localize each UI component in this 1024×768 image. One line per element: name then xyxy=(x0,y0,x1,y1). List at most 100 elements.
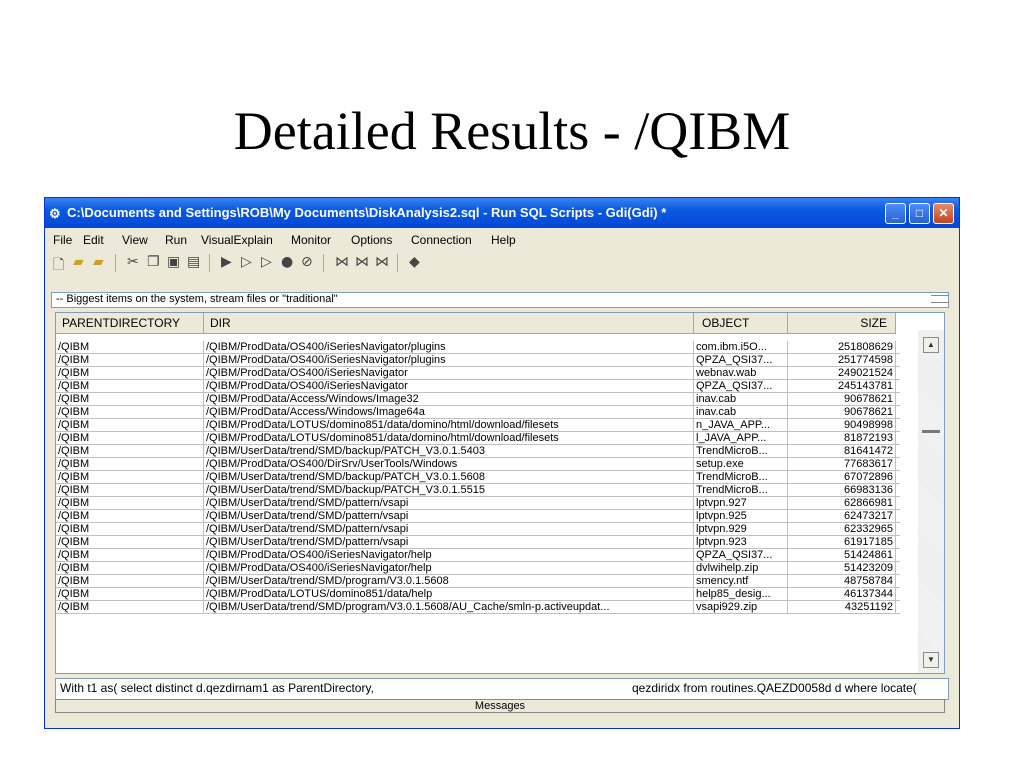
table-row[interactable]: /QIBM/QIBM/UserData/trend/SMD/pattern/vs… xyxy=(56,523,900,536)
results-grid: PARENTDIRECTORY DIR OBJECT SIZE /QIBM/QI… xyxy=(55,312,945,674)
window-titlebar[interactable]: ⚙ C:\Documents and Settings\ROB\My Docum… xyxy=(45,198,959,228)
table-row[interactable]: /QIBM/QIBM/UserData/trend/SMD/program/V3… xyxy=(56,575,900,588)
stop-icon[interactable]: ● xyxy=(281,254,293,270)
cell-size: 90678621 xyxy=(788,393,896,406)
run-all-icon[interactable]: ▶ xyxy=(221,254,232,270)
menu-file[interactable]: File xyxy=(53,233,72,247)
cell-size: 62866981 xyxy=(788,497,896,510)
toolbar-separator xyxy=(115,254,116,272)
cell-dir: /QIBM/UserData/trend/SMD/pattern/vsapi xyxy=(204,497,694,510)
clipboard-icon[interactable]: ▤ xyxy=(187,254,200,270)
cell-size: 51424861 xyxy=(788,549,896,562)
table-row[interactable]: /QIBM/QIBM/ProdData/OS400/iSeriesNavigat… xyxy=(56,354,900,367)
maximize-button[interactable]: □ xyxy=(909,203,930,224)
cell-size: 61917185 xyxy=(788,536,896,549)
col-header-parentdirectory[interactable]: PARENTDIRECTORY xyxy=(56,313,204,334)
table-row[interactable]: /QIBM/QIBM/ProdData/Access/Windows/Image… xyxy=(56,406,900,419)
pane-splitter[interactable] xyxy=(931,295,949,303)
toolbar-separator xyxy=(209,254,210,272)
table-row[interactable]: /QIBM/QIBM/ProdData/OS400/DirSrv/UserToo… xyxy=(56,458,900,471)
paste-icon[interactable]: ▣ xyxy=(167,254,180,270)
table-row[interactable]: /QIBM/QIBM/ProdData/OS400/iSeriesNavigat… xyxy=(56,367,900,380)
col-header-size[interactable]: SIZE xyxy=(788,313,896,334)
cell-size: 46137344 xyxy=(788,588,896,601)
cell-parentdirectory: /QIBM xyxy=(56,523,204,536)
menu-help[interactable]: Help xyxy=(491,233,516,247)
close-button[interactable]: ✕ xyxy=(933,203,954,224)
col-header-object[interactable]: OBJECT xyxy=(694,313,788,334)
run-from-icon[interactable]: ▷ xyxy=(241,254,252,270)
cell-parentdirectory: /QIBM xyxy=(56,484,204,497)
minimize-button[interactable]: _ xyxy=(885,203,906,224)
cell-dir: /QIBM/ProdData/OS400/iSeriesNavigator/pl… xyxy=(204,341,694,354)
col-header-dir[interactable]: DIR xyxy=(204,313,694,334)
cell-size: 251774598 xyxy=(788,354,896,367)
explain-icon[interactable]: ⋈ xyxy=(335,254,349,270)
table-row[interactable]: /QIBM/QIBM/ProdData/OS400/iSeriesNavigat… xyxy=(56,341,900,354)
table-row[interactable]: /QIBM/QIBM/ProdData/OS400/iSeriesNavigat… xyxy=(56,549,900,562)
cell-object: lptvpn.925 xyxy=(694,510,788,523)
cell-size: 62332965 xyxy=(788,523,896,536)
table-row[interactable]: /QIBM/QIBM/UserData/trend/SMD/pattern/vs… xyxy=(56,510,900,523)
cell-dir: /QIBM/UserData/trend/SMD/backup/PATCH_V3… xyxy=(204,484,694,497)
sql-editor[interactable]: -- Biggest items on the system, stream f… xyxy=(51,292,949,308)
cell-dir: /QIBM/ProdData/OS400/iSeriesNavigator/he… xyxy=(204,549,694,562)
scroll-up-button[interactable]: ▲ xyxy=(923,337,939,353)
window-title: C:\Documents and Settings\ROB\My Documen… xyxy=(67,205,667,220)
table-row[interactable]: /QIBM/QIBM/UserData/trend/SMD/backup/PAT… xyxy=(56,471,900,484)
table-row[interactable]: /QIBM/QIBM/UserData/trend/SMD/backup/PAT… xyxy=(56,445,900,458)
cell-object: QPZA_QSI37... xyxy=(694,549,788,562)
app-icon: ⚙ xyxy=(49,206,61,221)
explain2-icon[interactable]: ⋈ xyxy=(355,254,369,270)
cell-size: 90498998 xyxy=(788,419,896,432)
cell-object: vsapi929.zip xyxy=(694,601,788,614)
sql-icon[interactable]: ◆ xyxy=(409,254,420,270)
vertical-scrollbar[interactable]: ▲ ▼ xyxy=(918,330,944,673)
table-row[interactable]: /QIBM/QIBM/ProdData/LOTUS/domino851/data… xyxy=(56,588,900,601)
cell-parentdirectory: /QIBM xyxy=(56,419,204,432)
messages-tab[interactable]: Messages xyxy=(55,699,945,713)
table-row[interactable]: /QIBM/QIBM/ProdData/Access/Windows/Image… xyxy=(56,393,900,406)
menu-options[interactable]: Options xyxy=(351,233,392,247)
menu-visual-explain[interactable]: VisualExplain xyxy=(201,233,273,247)
table-row[interactable]: /QIBM/QIBM/ProdData/LOTUS/domino851/data… xyxy=(56,419,900,432)
slide-title: Detailed Results - /QIBM xyxy=(233,101,791,161)
menu-connection[interactable]: Connection xyxy=(411,233,472,247)
scroll-thumb[interactable] xyxy=(922,430,940,433)
cell-size: 48758784 xyxy=(788,575,896,588)
cell-object: QPZA_QSI37... xyxy=(694,354,788,367)
cell-dir: /QIBM/ProdData/LOTUS/domino851/data/help xyxy=(204,588,694,601)
explain3-icon[interactable]: ⋈ xyxy=(375,254,389,270)
table-row[interactable]: /QIBM/QIBM/UserData/trend/SMD/pattern/vs… xyxy=(56,536,900,549)
scroll-down-button[interactable]: ▼ xyxy=(923,652,939,668)
table-row[interactable]: /QIBM/QIBM/UserData/trend/SMD/pattern/vs… xyxy=(56,497,900,510)
cell-size: 67072896 xyxy=(788,471,896,484)
cell-parentdirectory: /QIBM xyxy=(56,536,204,549)
cell-dir: /QIBM/ProdData/Access/Windows/Image32 xyxy=(204,393,694,406)
table-row[interactable]: /QIBM/QIBM/UserData/trend/SMD/program/V3… xyxy=(56,601,900,614)
cut-icon[interactable]: ✂ xyxy=(127,254,139,270)
cell-dir: /QIBM/ProdData/OS400/iSeriesNavigator xyxy=(204,380,694,393)
run-selected-icon[interactable]: ▷ xyxy=(261,254,272,270)
menu-edit[interactable]: Edit xyxy=(83,233,104,247)
table-row[interactable]: /QIBM/QIBM/ProdData/OS400/iSeriesNavigat… xyxy=(56,562,900,575)
table-row[interactable]: /QIBM/QIBM/ProdData/LOTUS/domino851/data… xyxy=(56,432,900,445)
menu-monitor[interactable]: Monitor xyxy=(291,233,331,247)
cancel-icon[interactable]: ⊘ xyxy=(301,254,313,270)
menu-view[interactable]: View xyxy=(122,233,148,247)
cell-object: smency.ntf xyxy=(694,575,788,588)
messages-pane[interactable]: With t1 as( select distinct d.qezdirnam1… xyxy=(55,678,949,700)
open-icon[interactable]: ▰ xyxy=(73,254,84,270)
cell-parentdirectory: /QIBM xyxy=(56,575,204,588)
table-row[interactable]: /QIBM/QIBM/UserData/trend/SMD/backup/PAT… xyxy=(56,484,900,497)
cell-parentdirectory: /QIBM xyxy=(56,549,204,562)
table-row[interactable]: /QIBM/QIBM/ProdData/OS400/iSeriesNavigat… xyxy=(56,380,900,393)
save-icon[interactable]: ▰ xyxy=(93,254,104,270)
cell-object: TrendMicroB... xyxy=(694,484,788,497)
new-icon[interactable]: 🗋 xyxy=(53,254,64,278)
copy-icon[interactable]: ❐ xyxy=(147,254,160,270)
cell-parentdirectory: /QIBM xyxy=(56,562,204,575)
cell-object: l_JAVA_APP... xyxy=(694,432,788,445)
menu-run[interactable]: Run xyxy=(165,233,187,247)
cell-size: 62473217 xyxy=(788,510,896,523)
